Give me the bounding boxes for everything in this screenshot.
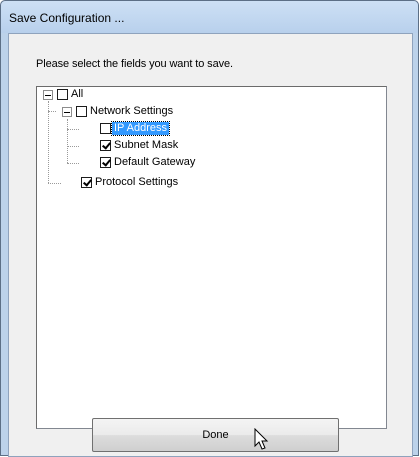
dialog-window: Save Configuration ... Please select the… (0, 0, 419, 457)
tree-item-network-settings[interactable]: Network Settings (88, 105, 175, 118)
window-title: Save Configuration ... (9, 11, 125, 25)
tree-connector (67, 146, 79, 147)
tree-item-ip-address[interactable]: IP Address (111, 121, 170, 136)
tree-connector (48, 101, 49, 183)
tree-connector (48, 183, 61, 184)
tree-item-all[interactable]: All (69, 88, 85, 101)
collapse-icon[interactable] (43, 90, 53, 100)
tree-item-default-gateway[interactable]: Default Gateway (112, 156, 197, 169)
dialog-client-area: Please select the fields you want to sav… (8, 33, 413, 457)
tree-connector (67, 163, 79, 164)
title-bar[interactable]: Save Configuration ... (1, 1, 418, 33)
instruction-text: Please select the fields you want to sav… (36, 58, 233, 70)
tree-connector (67, 129, 79, 130)
tree-item-subnet-mask[interactable]: Subnet Mask (112, 139, 180, 152)
done-button[interactable]: Done (92, 418, 339, 452)
tree-item-protocol-settings[interactable]: Protocol Settings (93, 176, 180, 189)
checkbox-ip-address[interactable] (100, 123, 111, 134)
checkbox-protocol-settings[interactable] (81, 177, 92, 188)
collapse-icon[interactable] (62, 107, 72, 117)
checkbox-all[interactable] (57, 89, 68, 100)
tree-connector (48, 111, 56, 112)
fields-tree[interactable]: All Network Settings IP Address Subnet M… (36, 86, 387, 429)
checkbox-network-settings[interactable] (76, 106, 87, 117)
tree-connector (67, 119, 68, 163)
checkbox-default-gateway[interactable] (100, 157, 111, 168)
mouse-cursor-icon (254, 428, 269, 450)
checkbox-subnet-mask[interactable] (100, 140, 111, 151)
